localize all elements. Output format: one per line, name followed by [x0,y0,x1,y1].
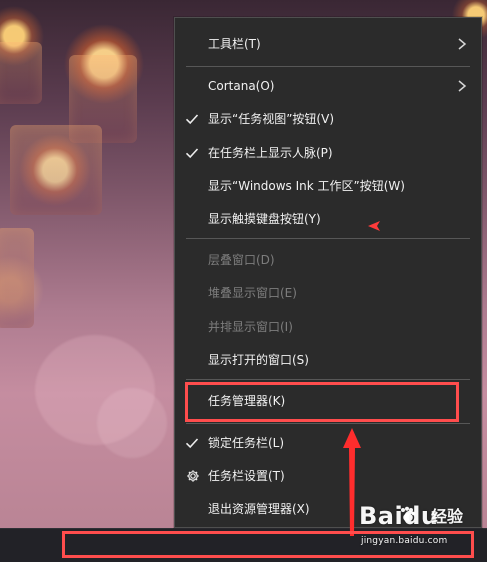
menu-item-show-task-view-button[interactable]: 显示“任务视图”按钮(V) [175,102,481,136]
menu-item-label: 显示打开的窗口(S) [208,353,309,367]
menu-item-label: 任务栏设置(T) [208,469,285,483]
menu-item-label: 任务管理器(K) [208,394,286,408]
background-lantern-lower [10,125,102,215]
taskbar-context-menu: 工具栏(T) Cortana(O) 显示“任务视图”按钮(V) 在任务栏上显示人… [174,17,482,528]
menu-item-task-manager[interactable]: 任务管理器(K) [175,384,481,418]
menu-item-cascade-windows: 层叠窗口(D) [175,243,481,277]
red-pointer-arrow [368,221,380,231]
desktop-background: 工具栏(T) Cortana(O) 显示“任务视图”按钮(V) 在任务栏上显示人… [0,0,487,562]
check-icon [185,114,199,125]
menu-item-show-open-windows[interactable]: 显示打开的窗口(S) [175,343,481,377]
menu-item-label: 工具栏(T) [208,37,261,51]
chevron-right-icon [458,80,467,92]
background-lantern-left [0,42,42,104]
menu-separator [186,379,470,380]
watermark-section: 经验 [431,507,464,526]
chevron-right-icon [458,38,467,50]
menu-separator [186,66,470,67]
menu-item-show-windows-side-by-side: 并排显示窗口(I) [175,310,481,344]
menu-item-label: 显示触摸键盘按钮(Y) [208,212,321,226]
menu-item-show-windows-stacked: 堆叠显示窗口(E) [175,276,481,310]
menu-item-show-people[interactable]: 在任务栏上显示人脉(P) [175,136,481,170]
menu-item-label: 显示“任务视图”按钮(V) [208,112,335,126]
menu-item-label: 层叠窗口(D) [208,253,275,267]
menu-item-label: 堆叠显示窗口(E) [208,286,297,300]
paw-icon [401,506,416,522]
menu-item-label: Cortana(O) [208,79,275,93]
gear-icon [187,470,199,482]
check-icon [185,438,199,449]
menu-separator [186,238,470,239]
menu-item-taskbar-settings[interactable]: 任务栏设置(T) [175,459,481,493]
menu-item-toolbar[interactable]: 工具栏(T) [175,27,481,61]
baidu-jingyan-watermark: Baidu 经验 jingyan.baidu.com [355,502,485,554]
menu-item-cortana[interactable]: Cortana(O) [175,69,481,103]
menu-item-label: 锁定任务栏(L) [208,436,285,450]
menu-item-lock-taskbar[interactable]: 锁定任务栏(L) [175,426,481,460]
background-glow-a [35,335,155,445]
menu-item-label: 显示“Windows Ink 工作区”按钮(W) [208,179,405,193]
menu-item-label: 退出资源管理器(X) [208,502,310,516]
watermark-url: jingyan.baidu.com [361,536,448,546]
menu-item-show-touch-keyboard-button[interactable]: 显示触摸键盘按钮(Y) [175,202,481,236]
menu-item-show-windows-ink-button[interactable]: 显示“Windows Ink 工作区”按钮(W) [175,169,481,203]
background-lantern-edge [0,228,34,328]
check-icon [185,148,199,159]
menu-separator [186,423,470,424]
background-glow-b [97,388,167,458]
menu-item-label: 并排显示窗口(I) [208,320,293,334]
menu-item-label: 在任务栏上显示人脉(P) [208,146,333,160]
